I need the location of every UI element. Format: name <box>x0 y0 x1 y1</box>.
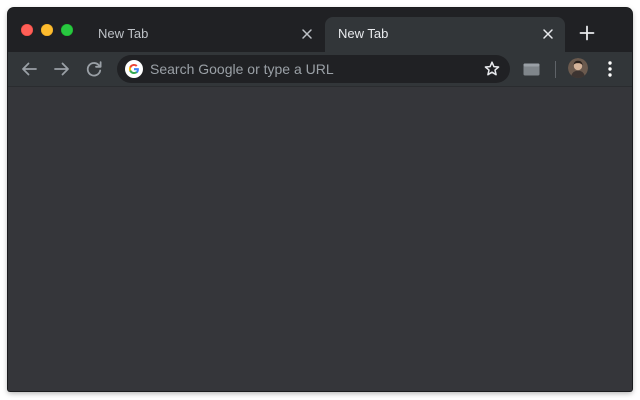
page-content <box>8 86 632 391</box>
tab-new-tab-2[interactable]: New Tab <box>325 17 565 52</box>
plus-icon[interactable] <box>577 23 597 43</box>
profile-photo-icon <box>568 58 588 78</box>
tab-title: New Tab <box>338 26 389 41</box>
window-close-button[interactable] <box>21 24 33 36</box>
window-minimize-button[interactable] <box>41 24 53 36</box>
close-icon[interactable] <box>541 27 555 41</box>
google-g-icon <box>125 60 143 78</box>
close-icon[interactable] <box>300 27 314 41</box>
address-bar[interactable]: Search Google or type a URL <box>117 55 510 83</box>
tab-title: New Tab <box>98 26 149 41</box>
arrow-right-icon[interactable] <box>50 57 74 81</box>
address-bar-placeholder: Search Google or type a URL <box>150 61 334 77</box>
toolbar-divider <box>555 61 556 78</box>
avatar[interactable] <box>568 58 588 78</box>
tab-strip: New Tab New Tab <box>8 8 632 52</box>
extension-card-icon[interactable] <box>523 63 540 76</box>
reload-icon[interactable] <box>82 57 106 81</box>
toolbar: Search Google or type a URL <box>8 52 632 86</box>
browser-window: New Tab New Tab Search Google or type a … <box>8 8 632 391</box>
star-outline-icon[interactable] <box>483 60 501 78</box>
kebab-menu-icon[interactable] <box>602 58 618 80</box>
arrow-left-icon[interactable] <box>17 57 41 81</box>
tab-new-tab-1[interactable]: New Tab <box>86 17 324 52</box>
window-zoom-button[interactable] <box>61 24 73 36</box>
